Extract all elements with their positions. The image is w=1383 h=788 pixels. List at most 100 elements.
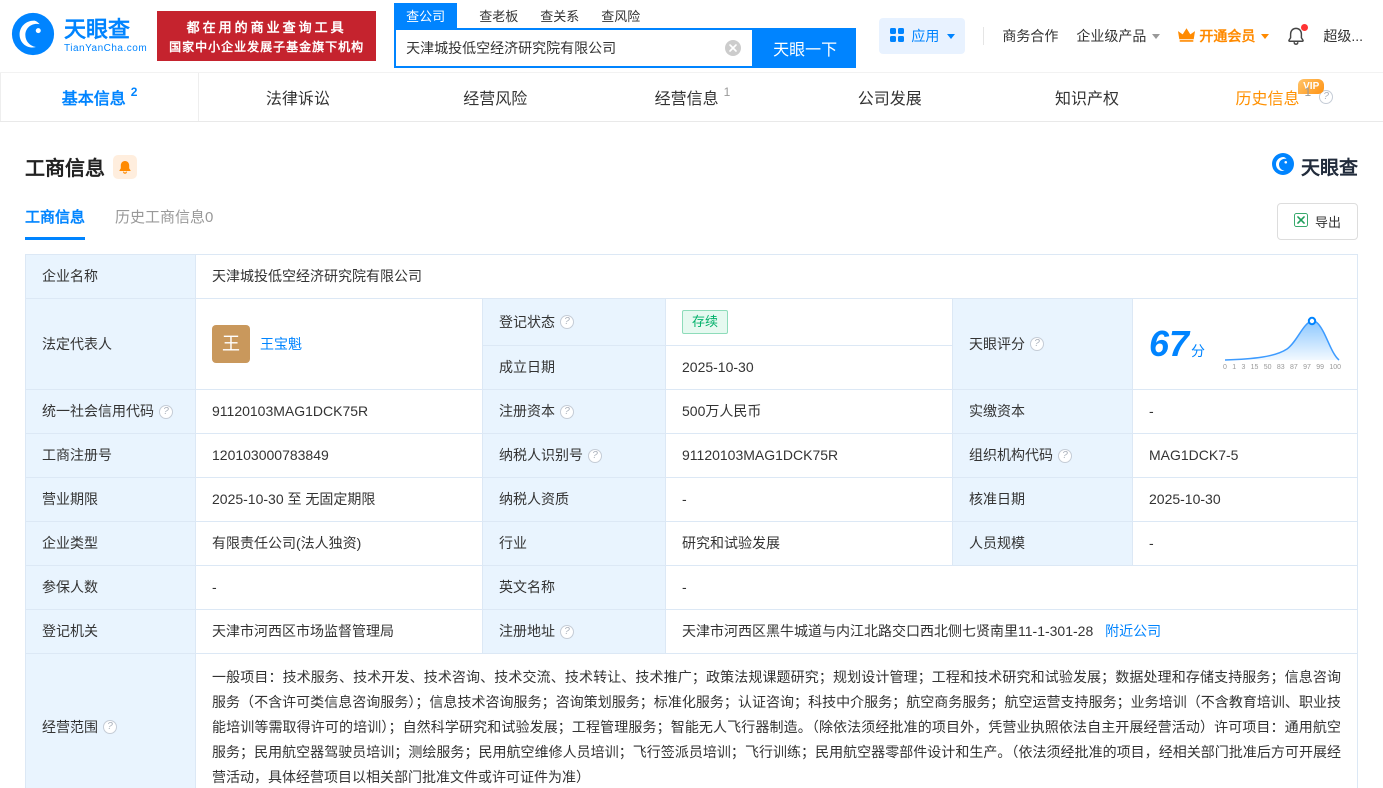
monitor-bell-icon[interactable]	[113, 154, 137, 179]
search-tab-relation[interactable]: 查关系	[540, 3, 579, 28]
promo-line1: 都在用的商业查询工具	[186, 20, 347, 35]
tianyancha-logo-icon	[1271, 152, 1295, 181]
reg-status-value-cell: 存续	[665, 297, 953, 347]
nav-user-account[interactable]: 超级...	[1323, 26, 1363, 46]
reg-capital-label-cell: 注册资本?	[482, 389, 666, 435]
help-icon[interactable]: ?	[103, 720, 117, 735]
taxpayer-id-value-cell: 91120103MAG1DCK75R	[665, 433, 953, 479]
tianyancha-logo[interactable]: 天眼查 TianYanCha.com	[10, 11, 147, 62]
help-icon[interactable]: ?	[159, 404, 173, 419]
staff-size-value-cell: -	[1132, 521, 1358, 567]
export-button[interactable]: 导出	[1276, 203, 1358, 240]
tab-company-development-label: 公司发展	[857, 91, 922, 108]
tab-basic-info[interactable]: 基本信息 2	[0, 73, 200, 121]
paid-capital-value-cell: -	[1132, 389, 1358, 435]
open-vip-label: 开通会员	[1199, 28, 1256, 44]
reg-number-value-cell: 120103000783849	[195, 433, 483, 479]
taxpayer-quality-value: -	[682, 491, 687, 508]
table-row: 营业期限 2025-10-30 至 无固定期限 纳税人资质 - 核准日期 202…	[25, 477, 1358, 523]
reg-number-label-cell: 工商注册号	[25, 433, 196, 479]
help-icon[interactable]: ?	[1058, 448, 1072, 463]
status-badge: 存续	[682, 310, 729, 335]
company-type-value: 有限责任公司(法人独资)	[212, 535, 362, 552]
legal-rep-label: 法定代表人	[42, 335, 112, 352]
taxpayer-id-value: 91120103MAG1DCK75R	[682, 447, 839, 464]
search-button[interactable]: 天眼一下	[754, 28, 857, 68]
help-icon[interactable]: ?	[560, 315, 574, 330]
table-row: 企业名称 天津城投低空经济研究院有限公司	[25, 254, 1358, 299]
industry-value-cell: 研究和试验发展	[665, 521, 953, 567]
search-tab-company[interactable]: 查公司	[394, 3, 458, 28]
export-label: 导出	[1314, 215, 1341, 230]
business-scope-label-cell: 经营范围?	[25, 653, 196, 788]
tab-operation-risk[interactable]: 经营风险	[397, 73, 594, 121]
subtab-business-info[interactable]: 工商信息	[25, 206, 86, 240]
english-name-value: -	[682, 579, 687, 596]
establish-date-value: 2025-10-30	[682, 359, 754, 376]
reg-status-label: 登记状态	[499, 313, 555, 330]
english-name-value-cell: -	[665, 565, 1358, 611]
staff-size-label-cell: 人员规模	[952, 521, 1133, 567]
approval-date-label: 核准日期	[969, 491, 1025, 508]
help-icon[interactable]: ?	[560, 404, 574, 419]
approval-date-value-cell: 2025-10-30	[1132, 477, 1358, 523]
business-scope-value: 一般项目：技术服务、技术开发、技术咨询、技术交流、技术转让、技术推广；政策法规课…	[212, 669, 1341, 785]
reg-status-label-cell: 登记状态?	[482, 297, 666, 347]
tab-history-info[interactable]: VIP 历史信息 1 ?	[1186, 73, 1383, 121]
nav-cooperation[interactable]: 商务合作	[1002, 26, 1058, 46]
legal-rep-avatar[interactable]: 王	[212, 325, 250, 364]
nav-open-vip[interactable]: 开通会员	[1178, 26, 1270, 46]
chevron-down-icon	[1152, 33, 1161, 39]
english-name-label: 英文名称	[499, 579, 555, 596]
enterprise-label: 企业级产品	[1076, 28, 1147, 44]
score-label-cell: 天眼评分?	[952, 297, 1133, 391]
promo-badge: 都在用的商业查询工具 国家中小企业发展子基金旗下机构	[157, 11, 377, 61]
establish-date-label-cell: 成立日期	[482, 345, 666, 391]
tab-company-development[interactable]: 公司发展	[791, 73, 988, 121]
tab-intellectual-property[interactable]: 知识产权	[988, 73, 1185, 121]
nav-enterprise-products[interactable]: 企业级产品	[1076, 26, 1161, 46]
tab-legal-litigation[interactable]: 法律诉讼	[199, 73, 396, 121]
subtab-history-business-info[interactable]: 历史工商信息0	[115, 206, 213, 240]
clear-search-icon[interactable]	[724, 39, 742, 57]
table-row: 企业类型 有限责任公司(法人独资) 行业 研究和试验发展 人员规模 -	[25, 521, 1358, 567]
table-row: 工商注册号 120103000783849 纳税人识别号? 91120103MA…	[25, 433, 1358, 479]
tab-basic-info-label: 基本信息	[61, 91, 126, 108]
taxpayer-id-label: 纳税人识别号	[499, 447, 583, 464]
reg-address-label-cell: 注册地址?	[482, 609, 666, 655]
legal-rep-value-cell: 王 王宝魁	[195, 297, 483, 391]
apps-menu[interactable]: 应用	[879, 18, 966, 54]
approval-date-label-cell: 核准日期	[952, 477, 1133, 523]
business-scope-label: 经营范围	[42, 718, 98, 735]
help-icon[interactable]: ?	[560, 624, 574, 639]
help-icon[interactable]: ?	[588, 448, 602, 463]
excel-icon	[1293, 213, 1308, 230]
company-type-value-cell: 有限责任公司(法人独资)	[195, 521, 483, 567]
credit-code-value: 91120103MAG1DCK75R	[212, 403, 369, 420]
nearby-companies-link[interactable]: 附近公司	[1105, 623, 1161, 639]
establish-date-label: 成立日期	[499, 359, 555, 376]
notification-bell[interactable]	[1287, 24, 1309, 45]
help-icon[interactable]: ?	[1030, 337, 1044, 352]
insured-count-value: -	[212, 579, 217, 596]
paid-capital-label: 实缴资本	[969, 403, 1025, 420]
insured-count-label-cell: 参保人数	[25, 565, 196, 611]
tab-operation-info-label: 经营信息	[654, 91, 719, 108]
establish-date-value-cell: 2025-10-30	[665, 345, 953, 391]
search-tab-boss[interactable]: 查老板	[479, 3, 518, 28]
legal-rep-link[interactable]: 王宝魁	[260, 334, 302, 355]
user-label: 超级...	[1323, 28, 1363, 44]
main-content: 工商信息 天眼查 工商信息 历史工商信息0 导出 企业名称 天津城投低空经济研究…	[0, 152, 1383, 788]
search-tab-risk[interactable]: 查风险	[601, 3, 640, 28]
staff-size-label: 人员规模	[969, 535, 1025, 552]
table-row: 登记机关 天津市河西区市场监督管理局 注册地址? 天津市河西区黑牛城道与内江北路…	[25, 609, 1358, 655]
search-tabs: 查公司 查老板 查关系 查风险	[394, 3, 856, 28]
score-unit: 分	[1191, 343, 1206, 360]
cooperation-label: 商务合作	[1002, 28, 1059, 44]
brand-name: 天眼查	[64, 17, 131, 43]
search-input[interactable]	[396, 40, 725, 56]
tab-operation-info[interactable]: 经营信息 1	[594, 73, 791, 121]
staff-size-value: -	[1149, 535, 1154, 552]
company-name-label-cell: 企业名称	[25, 254, 196, 299]
reg-address-label: 注册地址	[499, 623, 555, 640]
